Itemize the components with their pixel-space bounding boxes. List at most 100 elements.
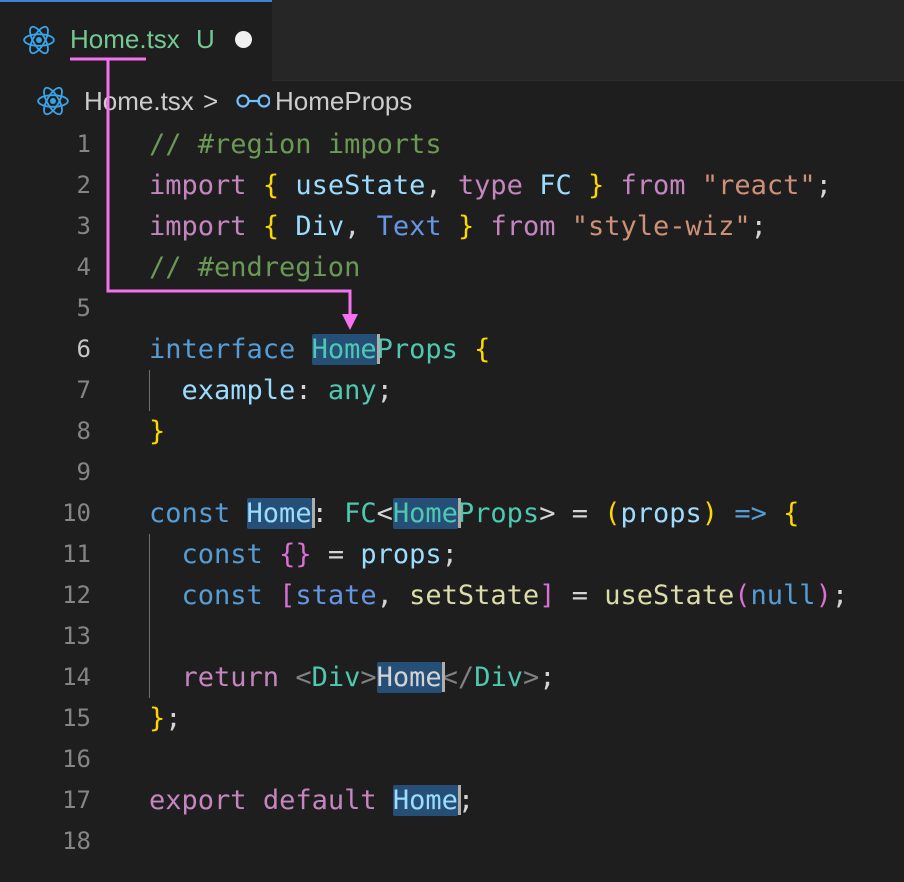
code-line[interactable]: import { Div, Text } from "style-wiz"; <box>149 206 767 247</box>
code-token: { <box>262 170 280 201</box>
code-token: < <box>295 662 312 693</box>
code-token: [ <box>279 580 296 611</box>
code-token: "style-wiz" <box>571 211 751 242</box>
code-line[interactable]: return <Div>Home</Div>; <box>149 657 556 698</box>
react-icon <box>37 86 69 116</box>
code-token: } <box>587 170 605 201</box>
line-number: 16 <box>62 745 91 773</box>
code-token: ; <box>815 170 832 201</box>
code-token: ; <box>165 703 182 734</box>
code-token: const <box>181 539 263 570</box>
code-token: from <box>490 211 556 242</box>
code-line[interactable]: const [state, setState] = useState(null)… <box>149 575 849 616</box>
highlighted-token: Home <box>392 498 458 529</box>
code-token: example <box>181 375 296 406</box>
code-token: state <box>295 580 377 611</box>
tab-git-status: U <box>196 24 215 54</box>
line-number: 3 <box>76 212 91 240</box>
line-number: 1 <box>76 130 91 158</box>
line-number: 4 <box>76 253 91 281</box>
code-line[interactable]: const Home: FC<HomeProps> = (props) => { <box>149 493 799 534</box>
interface-symbol-icon <box>236 94 270 108</box>
code-token: ) <box>701 498 719 529</box>
code-token: : <box>295 375 328 406</box>
code-token: ; <box>376 375 393 406</box>
code-token: ; <box>750 211 767 242</box>
code-line[interactable]: } <box>149 411 165 452</box>
breadcrumb-symbol[interactable]: HomeProps <box>275 86 412 117</box>
code-token: Div <box>311 662 361 693</box>
code-token: < <box>376 498 393 529</box>
code-token: const <box>149 498 231 529</box>
code-token: </ <box>441 662 475 693</box>
code-token: = <box>311 539 361 570</box>
highlighted-token: Home <box>376 662 442 693</box>
line-number: 13 <box>62 622 91 650</box>
code-token: null <box>750 580 816 611</box>
react-icon <box>23 25 55 55</box>
code-token: setState <box>409 580 540 611</box>
code-token: from <box>620 170 686 201</box>
multi-cursor <box>311 497 315 528</box>
code-line[interactable]: import { useState, type FC } from "react… <box>149 165 832 206</box>
code-line[interactable]: example: any; <box>149 370 393 411</box>
code-token: ; <box>831 580 849 611</box>
code-token: props <box>620 498 702 529</box>
code-token: {} <box>279 539 312 570</box>
code-token: { <box>474 334 491 365</box>
line-number: 9 <box>76 458 91 486</box>
tab-bar-empty-area <box>272 0 904 81</box>
highlighted-token: Home <box>311 334 377 365</box>
code-token: } <box>149 416 166 447</box>
breadcrumb-file[interactable]: Home.tsx <box>84 86 194 117</box>
annotation-arrow <box>70 57 358 330</box>
multi-cursor <box>457 784 461 815</box>
code-token: ] <box>539 580 556 611</box>
unsaved-dot-icon[interactable] <box>235 31 252 48</box>
code-token: { <box>783 498 800 529</box>
code-token: , <box>425 170 458 201</box>
tab-bar: Home.tsx U <box>0 0 904 82</box>
code-token: props <box>360 539 442 570</box>
code-token: ; <box>441 539 458 570</box>
chevron-right-icon: > <box>203 86 219 116</box>
line-number: 12 <box>62 581 91 609</box>
code-token: { <box>262 211 280 242</box>
line-number: 8 <box>76 417 91 445</box>
tab-home-tsx[interactable]: Home.tsx U <box>0 0 272 82</box>
code-token: any <box>327 375 377 406</box>
highlighted-token: Home <box>392 785 458 816</box>
code-token: import <box>149 170 247 201</box>
code-token: Text <box>376 211 442 242</box>
code-token: = <box>555 580 605 611</box>
highlighted-token: Home <box>246 498 312 529</box>
code-line[interactable]: // #endregion <box>149 247 360 288</box>
code-line[interactable]: export default Home; <box>149 780 474 821</box>
code-line[interactable]: }; <box>149 698 182 739</box>
line-number: 17 <box>62 786 91 814</box>
code-line[interactable]: const {} = props; <box>149 534 458 575</box>
code-line[interactable]: interface HomeProps { <box>149 329 490 370</box>
line-number: 7 <box>76 376 91 404</box>
code-token: import <box>149 211 247 242</box>
line-number: 2 <box>76 171 91 199</box>
code-token: default <box>262 785 377 816</box>
code-token: FC <box>539 170 572 201</box>
code-token: > <box>539 498 556 529</box>
code-line[interactable]: // #region imports <box>149 124 442 165</box>
code-token: FC <box>344 498 377 529</box>
